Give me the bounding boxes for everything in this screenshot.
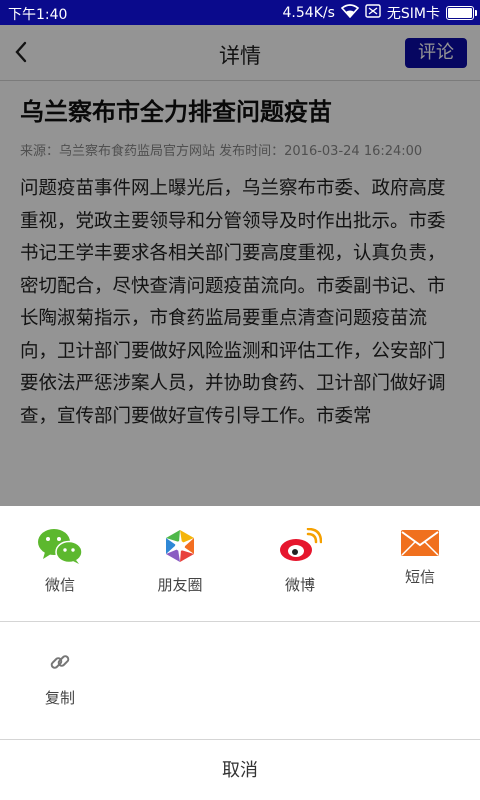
cancel-button[interactable]: 取消 <box>0 741 480 800</box>
moments-icon <box>125 526 235 566</box>
status-right: 4.54K/s 无SIM卡 <box>282 3 477 23</box>
share-moments-label: 朋友圈 <box>157 576 203 594</box>
wechat-icon <box>5 526 115 566</box>
share-sms-label: 短信 <box>404 568 435 586</box>
share-sheet: 微信 朋友圈 微博 短信 复制 取消 <box>0 506 480 800</box>
share-wechat-label: 微信 <box>44 576 75 594</box>
status-bar: 下午1:40 4.54K/s 无SIM卡 <box>0 0 480 25</box>
copy-link-button[interactable]: 复制 <box>22 651 98 708</box>
battery-icon <box>446 6 477 20</box>
share-moments[interactable]: 朋友圈 <box>125 526 235 595</box>
copy-label: 复制 <box>44 689 75 707</box>
share-weibo-label: 微博 <box>284 576 315 594</box>
dim-overlay[interactable] <box>0 25 480 513</box>
share-sms[interactable]: 短信 <box>365 528 475 587</box>
share-wechat[interactable]: 微信 <box>5 526 115 595</box>
network-speed: 4.54K/s <box>282 5 335 21</box>
link-icon <box>22 651 98 677</box>
battery-fill <box>448 8 472 18</box>
sim-status: 无SIM卡 <box>386 6 440 22</box>
share-weibo[interactable]: 微博 <box>245 526 355 595</box>
sim-icon <box>365 4 381 22</box>
sms-icon <box>365 528 475 558</box>
share-row: 微信 朋友圈 微博 短信 <box>0 506 480 622</box>
weibo-icon <box>245 526 355 566</box>
copy-row: 复制 <box>0 623 480 740</box>
status-time: 下午1:40 <box>8 7 68 23</box>
wifi-icon <box>340 4 360 22</box>
